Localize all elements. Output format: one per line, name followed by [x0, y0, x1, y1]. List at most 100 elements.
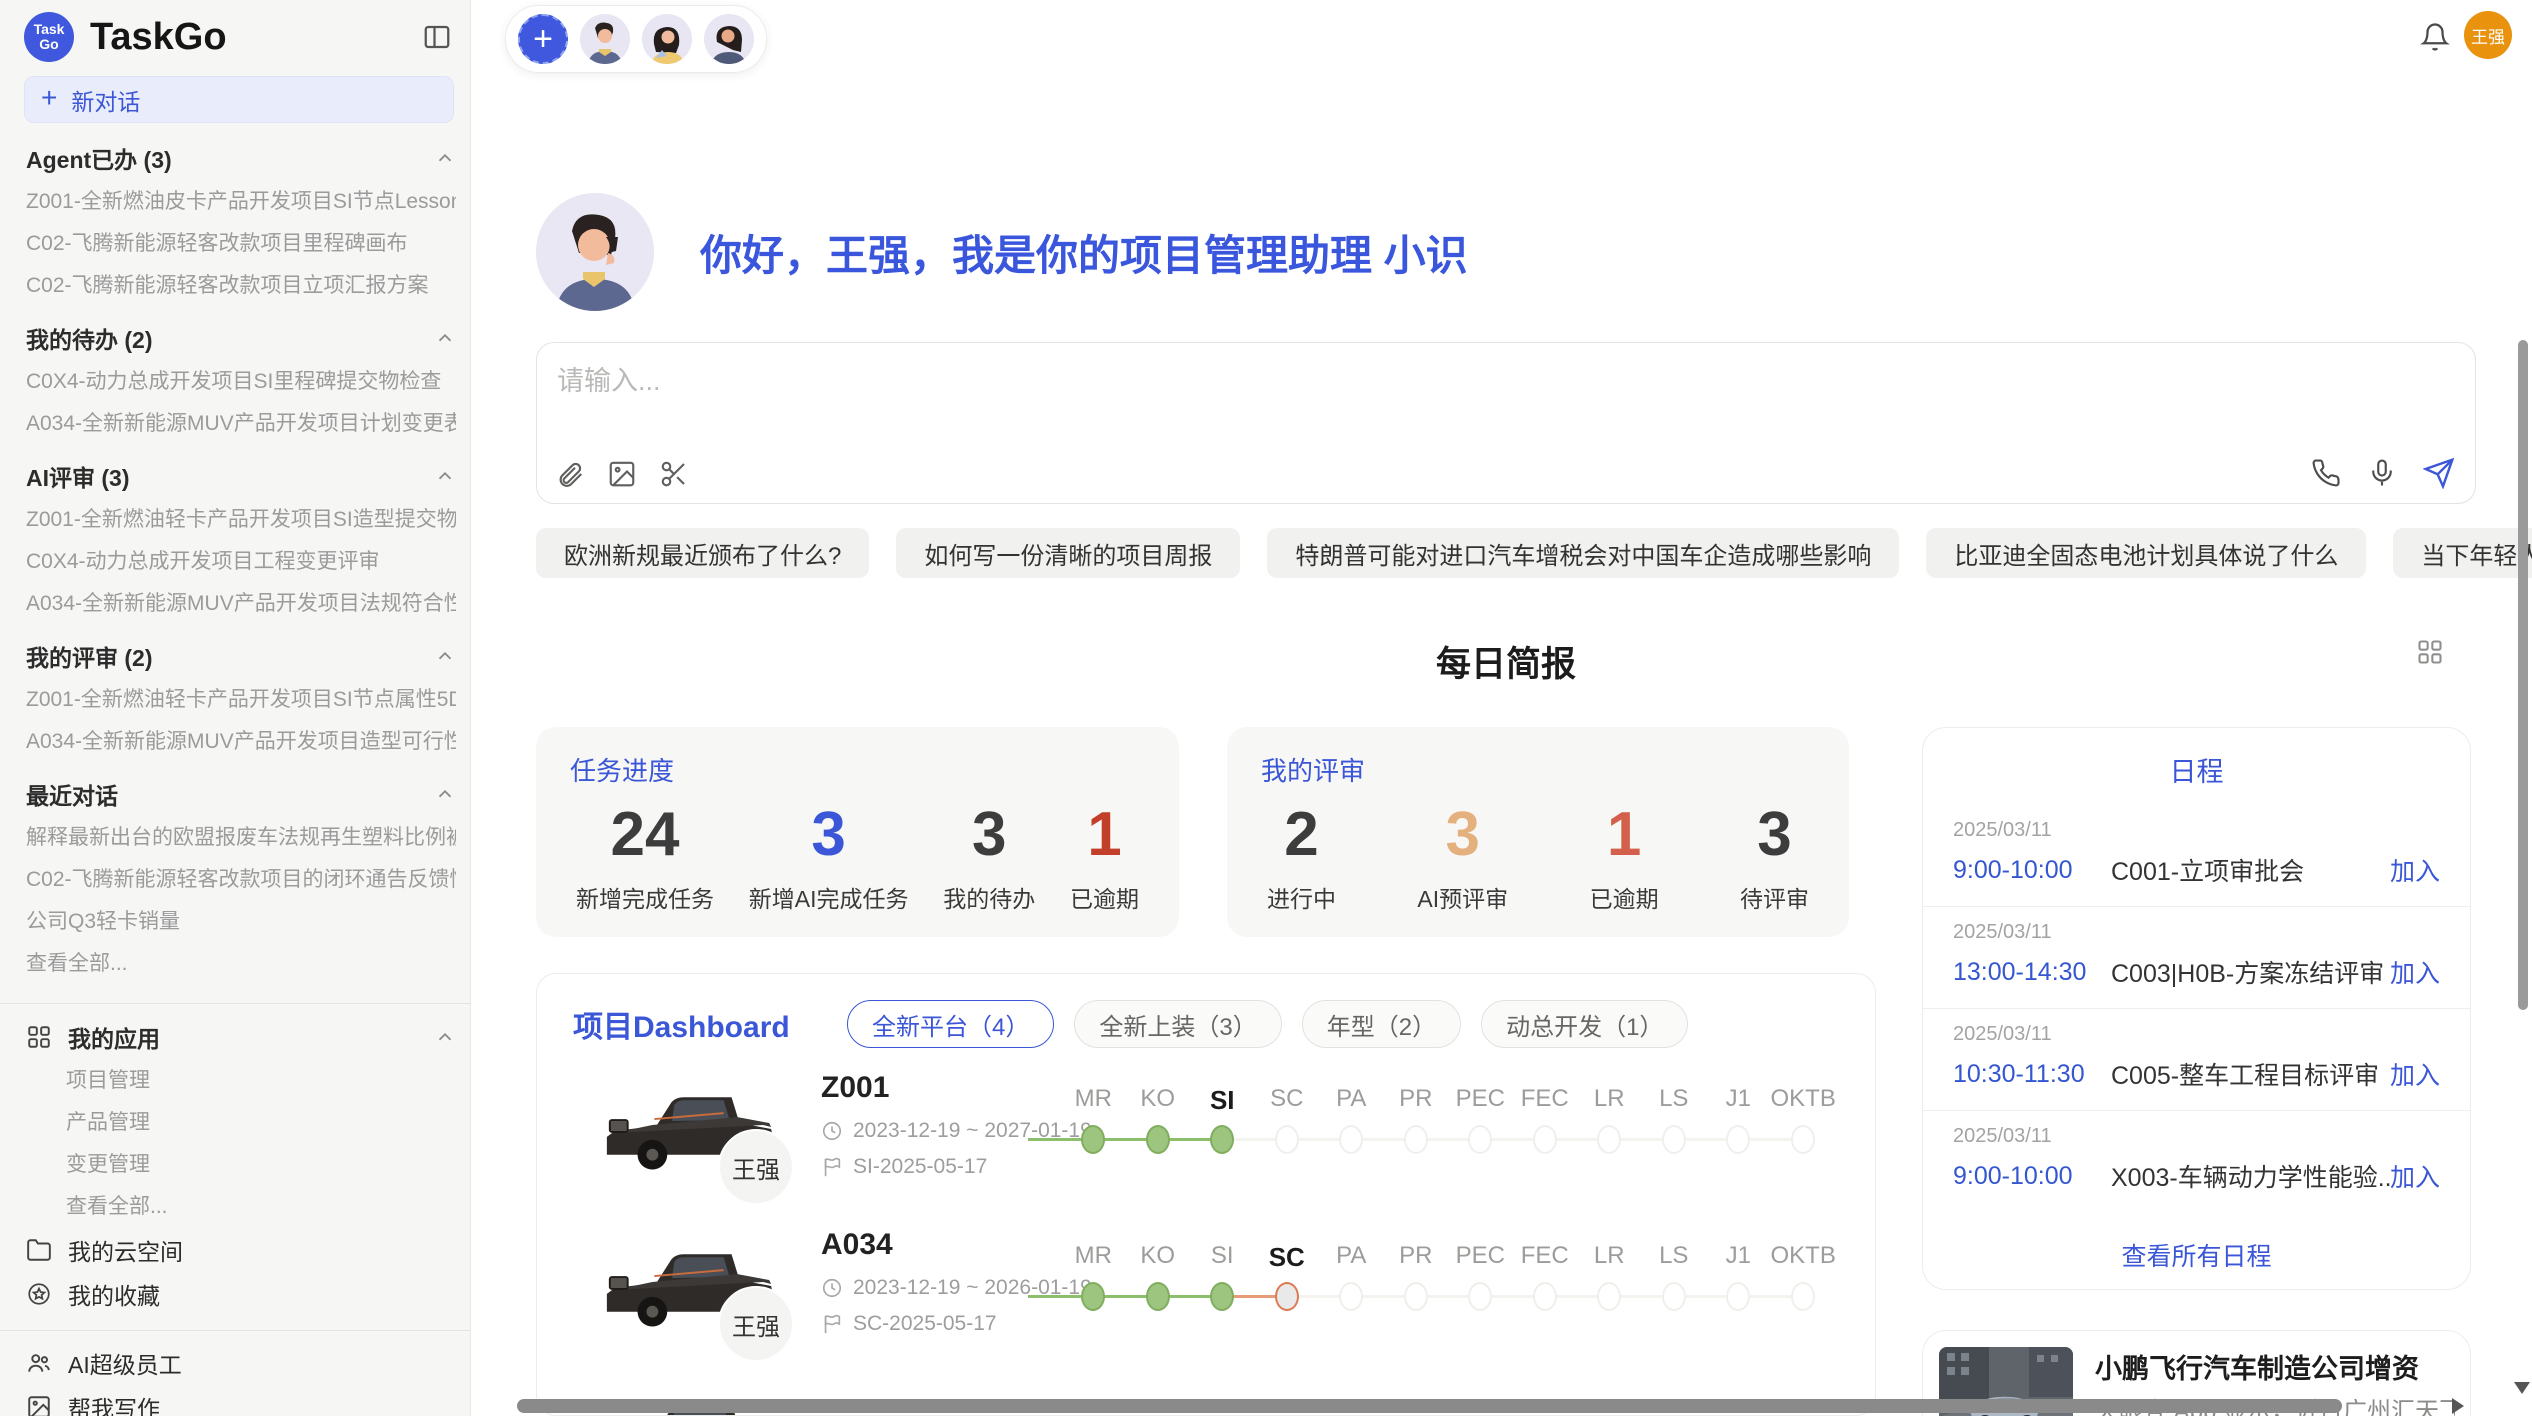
- greeting-block: 你好，王强，我是你的项目管理助理 小识: [536, 193, 1468, 311]
- milestone-label: KO: [1126, 1242, 1191, 1280]
- stat-value: 1: [1590, 798, 1659, 872]
- sidebar-conversation-item[interactable]: Z001-全新燃油皮卡产品开发项目SI节点Lesson Learn报告: [26, 181, 456, 223]
- section-header[interactable]: Agent已办 (3): [26, 135, 456, 181]
- section-header[interactable]: 最近对话: [26, 771, 456, 817]
- stat-item: 1 已逾期: [1070, 798, 1139, 914]
- scroll-down-arrow[interactable]: [2514, 1382, 2530, 1394]
- sidebar-conversation-item[interactable]: A034-全新新能源MUV产品开发项目造型可行性评审: [26, 721, 456, 763]
- chat-input[interactable]: [555, 357, 2359, 441]
- sidebar-conversation-item[interactable]: 查看全部...: [26, 943, 456, 985]
- suggestion-chip[interactable]: 如何写一份清晰的项目周报: [896, 528, 1240, 578]
- flag-icon: [821, 1313, 843, 1335]
- panel-toggle-icon: [422, 22, 452, 52]
- add-assistant-button[interactable]: +: [518, 14, 568, 64]
- notification-bell-icon[interactable]: [2420, 22, 2450, 52]
- sidebar-conversation-item[interactable]: A034-全新新能源MUV产品开发项目法规符合性评审: [26, 583, 456, 625]
- section-header[interactable]: 我的待办 (2): [26, 315, 456, 361]
- plus-icon: +: [41, 84, 57, 112]
- suggestion-chip[interactable]: 比亚迪全固态电池计划具体说了什么: [1926, 528, 2366, 578]
- image-upload-icon[interactable]: [607, 459, 637, 489]
- sidebar-collapse-button[interactable]: [418, 18, 456, 56]
- avatar[interactable]: [642, 14, 692, 64]
- my-apps-header[interactable]: 我的应用: [26, 1014, 456, 1060]
- sidebar-conversation-item[interactable]: 解释最新出台的欧盟报废车法规再生塑料比例被调至15%...: [26, 817, 456, 859]
- schedule-event: 2025/03/11 9:00-10:00 X003-车辆动力学性能验... 加…: [1923, 1111, 2470, 1212]
- suggestion-chip[interactable]: 当下年轻人对汽车外观有怎样的喜好趋势: [2393, 528, 2532, 578]
- stat-label: 待评审: [1740, 880, 1809, 914]
- send-icon[interactable]: [2423, 457, 2455, 489]
- section-items: Z001-全新燃油皮卡产品开发项目SI节点Lesson Learn报告C02-飞…: [26, 181, 456, 307]
- stat-value: 24: [576, 798, 714, 872]
- event-time: 10:30-11:30: [1953, 1060, 2111, 1089]
- sidebar-conversation-item[interactable]: C02-飞腾新能源轻客改款项目里程碑画布: [26, 223, 456, 265]
- sidebar-conversation-item[interactable]: Z001-全新燃油轻卡产品开发项目SI节点属性5D文件评审: [26, 679, 456, 721]
- dashboard-tab[interactable]: 全新上装（3）: [1074, 1000, 1281, 1048]
- phone-call-icon[interactable]: [2311, 458, 2341, 488]
- new-chat-button[interactable]: + 新对话: [24, 76, 454, 123]
- milestone-label: OKTB: [1771, 1242, 1836, 1280]
- sidebar-conversation-item[interactable]: Z001-全新燃油轻卡产品开发项目SI造型提交物评审: [26, 499, 456, 541]
- user-avatar[interactable]: 王强: [2464, 11, 2512, 59]
- section-header[interactable]: 我的评审 (2): [26, 633, 456, 679]
- clock-icon: [821, 1120, 843, 1142]
- milestone-dot: [1210, 1282, 1234, 1311]
- attachment-icon[interactable]: [555, 459, 585, 489]
- section-header[interactable]: AI评审 (3): [26, 453, 456, 499]
- suggestion-chip[interactable]: 特朗普可能对进口汽车增税会对中国车企造成哪些影响: [1267, 528, 1899, 578]
- project-owner-badge: 王强: [718, 1286, 794, 1362]
- milestone-dot: [1468, 1125, 1492, 1154]
- sidebar-conversation-item[interactable]: C0X4-动力总成开发项目SI里程碑提交物检查: [26, 361, 456, 403]
- section-title: AI评审 (3): [26, 459, 130, 493]
- milestone-label: PA: [1319, 1242, 1384, 1280]
- folder-icon: [26, 1237, 52, 1263]
- app-item[interactable]: 项目管理: [26, 1060, 456, 1102]
- app-item[interactable]: 变更管理: [26, 1144, 456, 1186]
- event-time: 13:00-14:30: [1953, 958, 2111, 987]
- sidebar-item-favorites[interactable]: 我的收藏: [26, 1272, 456, 1316]
- card-title: 任务进度: [570, 751, 1145, 788]
- milestone: OKTB: [1771, 1085, 1836, 1155]
- suggestion-chip[interactable]: 欧洲新规最近颁布了什么?: [536, 528, 869, 578]
- layout-grid-icon[interactable]: [2416, 638, 2444, 666]
- stat-label: 进行中: [1267, 880, 1336, 914]
- join-button[interactable]: 加入: [2390, 1056, 2440, 1092]
- sidebar-conversation-item[interactable]: C02-飞腾新能源轻客改款项目的闭环通告反馈情况: [26, 859, 456, 901]
- dashboard-tab[interactable]: 动总开发（1）: [1481, 1000, 1688, 1048]
- sidebar-item-ai-staff[interactable]: AI超级员工: [26, 1341, 456, 1385]
- event-date: 2025/03/11: [1953, 1023, 2440, 1046]
- horizontal-scrollbar[interactable]: [517, 1399, 2342, 1413]
- schedule-events: 2025/03/11 9:00-10:00 C001-立项审批会 加入 2025…: [1923, 805, 2470, 1212]
- owner-name: 王强: [732, 1307, 780, 1342]
- avatar[interactable]: [580, 14, 630, 64]
- screenshot-scissors-icon[interactable]: [659, 459, 689, 489]
- join-button[interactable]: 加入: [2390, 852, 2440, 888]
- avatar[interactable]: [704, 14, 754, 64]
- stat-label: 已逾期: [1590, 880, 1659, 914]
- view-all-schedule-link[interactable]: 查看所有日程: [1923, 1237, 2470, 1273]
- sidebar-conversation-item[interactable]: C0X4-动力总成开发项目工程变更评审: [26, 541, 456, 583]
- milestone-dot: [1339, 1282, 1363, 1311]
- milestone-label: SI: [1190, 1085, 1255, 1123]
- sidebar-conversation-item[interactable]: 公司Q3轻卡销量: [26, 901, 456, 943]
- app-item[interactable]: 查看全部...: [26, 1186, 456, 1228]
- project-row[interactable]: 王强 Z001 2023-12-19 ~ 2027-01-19 SI-2025-: [537, 1067, 1875, 1224]
- join-button[interactable]: 加入: [2390, 954, 2440, 990]
- milestone-dot: [1146, 1125, 1170, 1154]
- sidebar-conversation-item[interactable]: A034-全新新能源MUV产品开发项目计划变更表编写: [26, 403, 456, 445]
- milestone-dot: [1275, 1125, 1299, 1154]
- dashboard-tab[interactable]: 全新平台（4）: [847, 1000, 1054, 1048]
- sidebar-item-cloud-space[interactable]: 我的云空间: [26, 1228, 456, 1272]
- dashboard-tab[interactable]: 年型（2）: [1302, 1000, 1461, 1048]
- vertical-scrollbar[interactable]: [2518, 340, 2528, 1010]
- sidebar-item-write-helper[interactable]: 帮我写作: [26, 1385, 456, 1416]
- star-circle-icon: [26, 1281, 52, 1307]
- microphone-icon[interactable]: [2367, 458, 2397, 488]
- milestone-dot: [1662, 1282, 1686, 1311]
- project-row[interactable]: 王强 A034 2023-12-19 ~ 2026-01-19 SC-2025-: [537, 1224, 1875, 1381]
- sidebar-conversation-item[interactable]: C02-飞腾新能源轻客改款项目立项汇报方案: [26, 265, 456, 307]
- app-item[interactable]: 产品管理: [26, 1102, 456, 1144]
- milestone-label: PA: [1319, 1085, 1384, 1123]
- join-button[interactable]: 加入: [2390, 1158, 2440, 1194]
- milestone: LS: [1642, 1242, 1707, 1312]
- scroll-right-arrow[interactable]: [2452, 1398, 2464, 1414]
